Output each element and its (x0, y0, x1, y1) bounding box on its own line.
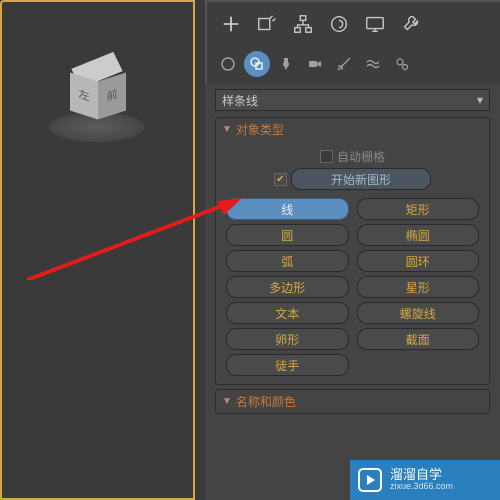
motion-tab-icon[interactable] (323, 8, 355, 40)
helpers-category-icon[interactable] (331, 51, 357, 77)
dropdown-label: 样条线 (222, 92, 258, 109)
object-type-rollout: ▼ 对象类型 自动栅格 开始新图形 线 矩形 圆 椭圆 弧 圆环 多边形 (215, 117, 490, 385)
shape-arc-button[interactable]: 弧 (226, 250, 349, 272)
shape-freehand-button[interactable]: 徒手 (226, 354, 349, 376)
modify-tab-icon[interactable] (251, 8, 283, 40)
shapes-category-icon[interactable] (244, 51, 270, 77)
subcategory-dropdown[interactable]: 样条线 (215, 89, 490, 111)
shape-rectangle-button[interactable]: 矩形 (357, 198, 480, 220)
rollout-title: 名称和颜色 (236, 393, 296, 410)
display-tab-icon[interactable] (359, 8, 391, 40)
autogrid-checkbox[interactable] (320, 150, 333, 163)
shape-button-grid: 线 矩形 圆 椭圆 弧 圆环 多边形 星形 文本 螺旋线 卵形 截面 徒手 (222, 198, 483, 376)
shape-text-button[interactable]: 文本 (226, 302, 349, 324)
viewcube-gizmo[interactable]: 左 前 (37, 37, 157, 157)
main-tab-toolbar (205, 0, 500, 45)
command-panel: 样条线 ▼ 对象类型 自动栅格 开始新图形 线 矩形 圆 椭圆 弧 (205, 0, 500, 500)
shape-ngon-button[interactable]: 多边形 (226, 276, 349, 298)
annotation-arrow (27, 198, 242, 280)
badge-main: 溜溜自学 (390, 467, 442, 482)
new-shape-button[interactable]: 开始新图形 (291, 168, 431, 190)
rollout-header[interactable]: ▼ 对象类型 (216, 118, 489, 141)
utilities-tab-icon[interactable] (395, 8, 427, 40)
badge-sub: zixue.3d66.com (390, 482, 453, 492)
shape-star-button[interactable]: 星形 (357, 276, 480, 298)
shape-line-button[interactable]: 线 (226, 198, 349, 220)
shape-helix-button[interactable]: 螺旋线 (357, 302, 480, 324)
autogrid-row[interactable]: 自动栅格 (222, 148, 483, 165)
chevron-down-icon: ▼ (222, 396, 232, 407)
systems-category-icon[interactable] (389, 51, 415, 77)
play-icon (358, 468, 382, 492)
hierarchy-tab-icon[interactable] (287, 8, 319, 40)
category-toolbar (205, 45, 500, 83)
shape-egg-button[interactable]: 卵形 (226, 328, 349, 350)
rollout-header[interactable]: ▼ 名称和颜色 (216, 390, 489, 413)
rollout-title: 对象类型 (236, 121, 284, 138)
cameras-category-icon[interactable] (302, 51, 328, 77)
name-color-rollout: ▼ 名称和颜色 (215, 389, 490, 414)
autogrid-label: 自动栅格 (337, 148, 385, 165)
shape-donut-button[interactable]: 圆环 (357, 250, 480, 272)
watermark-badge: 溜溜自学 zixue.3d66.com (350, 460, 500, 500)
chevron-down-icon: ▼ (222, 124, 232, 135)
create-tab-icon[interactable] (215, 8, 247, 40)
shape-section-button[interactable]: 截面 (357, 328, 480, 350)
spacewarps-category-icon[interactable] (360, 51, 386, 77)
geometry-category-icon[interactable] (215, 51, 241, 77)
newshape-checkbox[interactable] (274, 173, 287, 186)
lights-category-icon[interactable] (273, 51, 299, 77)
shape-circle-button[interactable]: 圆 (226, 224, 349, 246)
shape-ellipse-button[interactable]: 椭圆 (357, 224, 480, 246)
